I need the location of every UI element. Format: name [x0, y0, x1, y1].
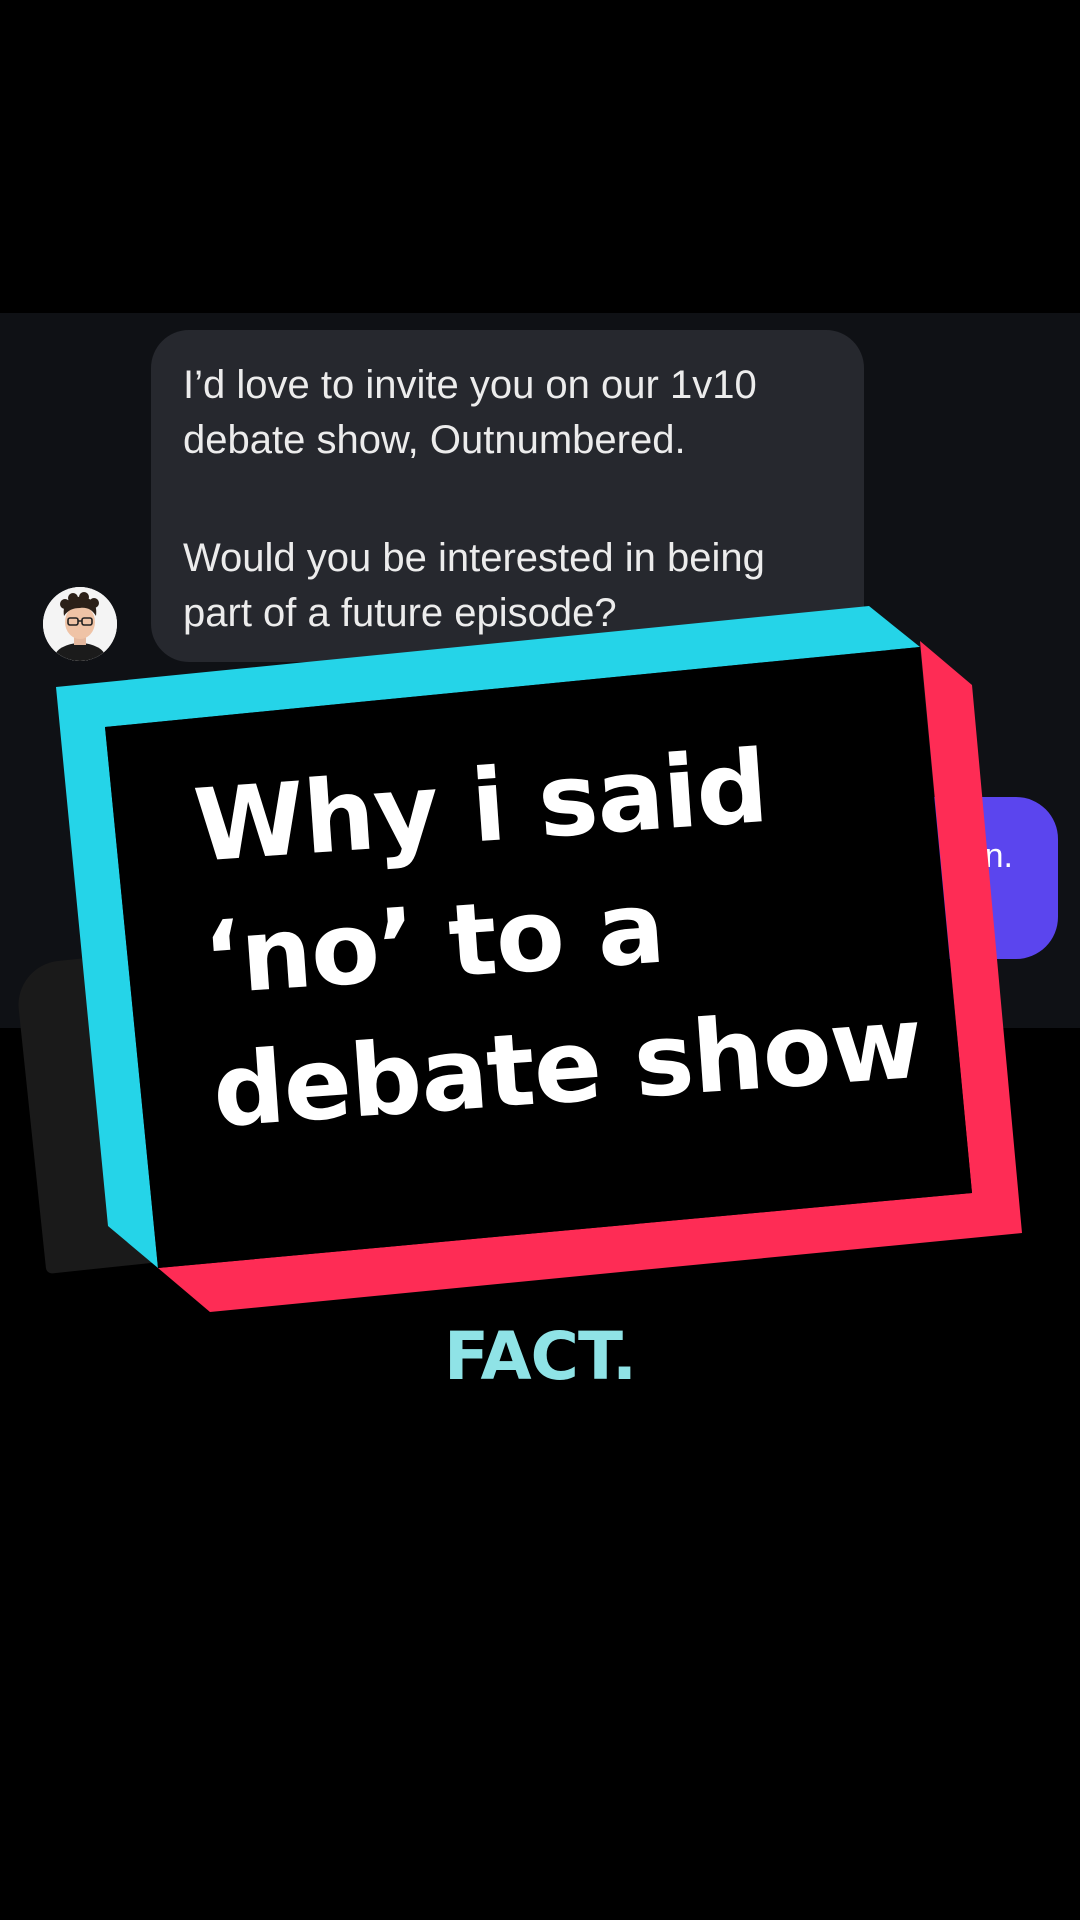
headline: Why i said ‘no’ to a debate show	[190, 708, 956, 1158]
fact-caption: FACT.	[443, 1318, 637, 1395]
title-card-overlay: Why i said ‘no’ to a debate show	[0, 0, 1080, 1920]
